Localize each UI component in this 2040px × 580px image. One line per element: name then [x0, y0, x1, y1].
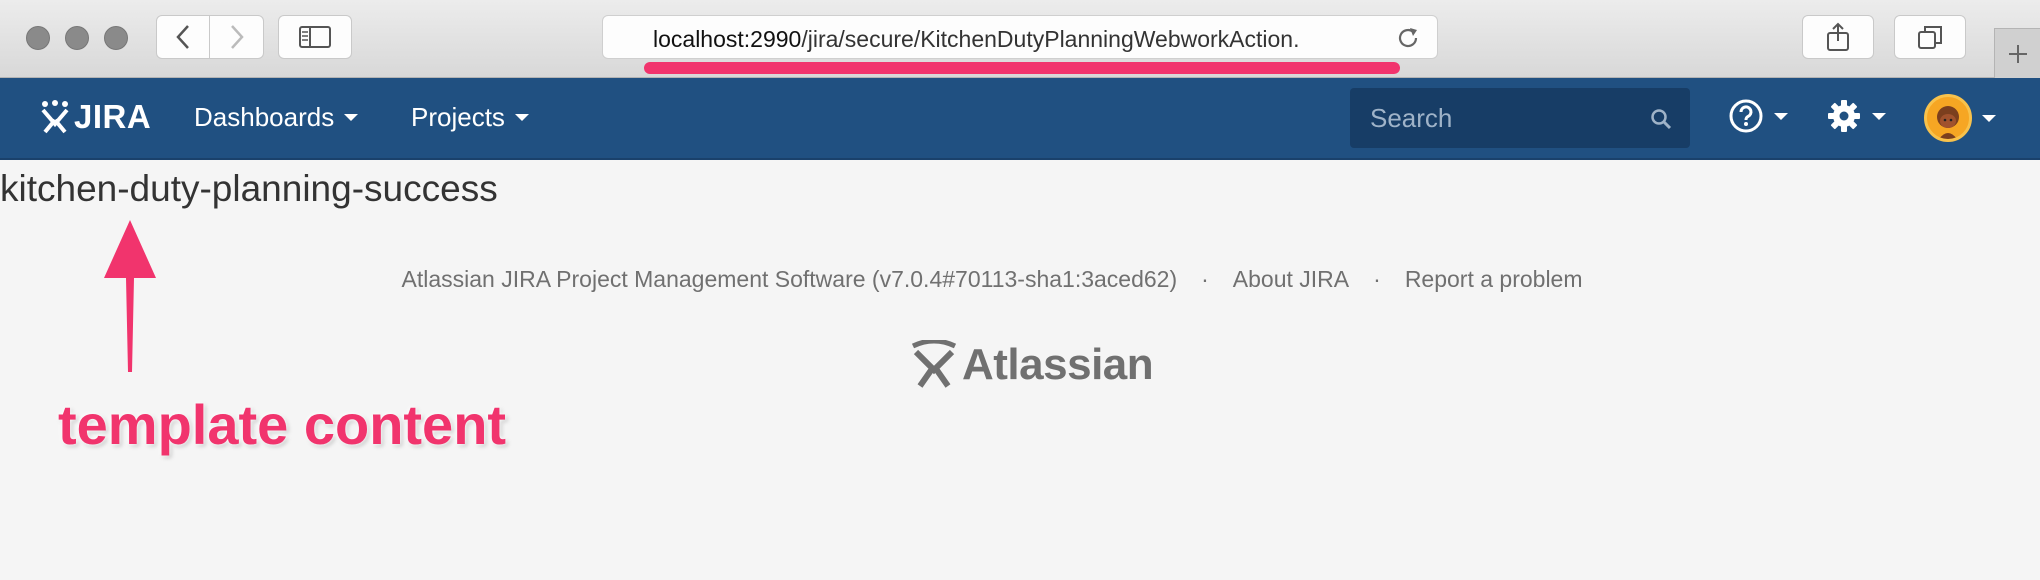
chevron-down-icon [1982, 114, 1996, 122]
reload-icon[interactable] [1395, 25, 1421, 51]
footer-separator: · [1201, 266, 1209, 292]
show-tabs-button[interactable] [1894, 15, 1966, 59]
zoom-window-button[interactable] [104, 26, 128, 50]
avatar [1924, 94, 1972, 142]
nav-projects-label: Projects [411, 102, 505, 132]
annotation-label: template content [58, 393, 507, 456]
chevron-down-icon [1774, 112, 1788, 120]
help-icon [1729, 99, 1763, 133]
url-highlight-annotation [644, 62, 1400, 74]
nav-dashboards[interactable]: Dashboards [194, 102, 359, 133]
chevron-right-icon [230, 25, 244, 49]
jira-logo[interactable]: JIRA [40, 98, 151, 136]
tabs-icon [1918, 26, 1942, 49]
jira-logo-icon [41, 100, 69, 134]
screenshot-stage: localhost:2990/jira/secure/KitchenDutyPl… [0, 0, 2040, 580]
url-path: /jira/secure/KitchenDutyPlanningWebworkA… [801, 26, 1300, 52]
sidebar-toggle-button[interactable] [278, 15, 352, 59]
address-bar[interactable]: localhost:2990/jira/secure/KitchenDutyPl… [602, 15, 1438, 59]
footer-software-text: Atlassian JIRA Project Management Softwa… [401, 266, 1178, 292]
gear-icon [1828, 100, 1860, 132]
footer-links: Atlassian JIRA Project Management Softwa… [0, 266, 1984, 293]
search-box [1350, 88, 1690, 148]
user-profile-button[interactable] [1924, 94, 1996, 142]
new-tab-button[interactable] [1994, 28, 2040, 78]
jira-logo-text: JIRA [74, 98, 152, 135]
chevron-down-icon [514, 114, 529, 121]
report-problem-link[interactable]: Report a problem [1405, 266, 1583, 293]
settings-menu-button[interactable] [1826, 98, 1886, 134]
search-input[interactable] [1350, 88, 1650, 148]
atlassian-logo[interactable]: Atlassian [910, 340, 1154, 390]
user-avatar-icon [1937, 106, 1959, 139]
page-title: kitchen-duty-planning-success [0, 168, 498, 209]
plus-icon [2008, 44, 2027, 63]
share-button[interactable] [1802, 15, 1874, 59]
nav-projects[interactable]: Projects [411, 102, 529, 133]
about-jira-link[interactable]: About JIRA [1233, 266, 1349, 293]
atlassian-logo-icon [911, 340, 957, 388]
sidebar-icon [299, 26, 331, 48]
forward-button[interactable] [210, 15, 264, 59]
chevron-down-icon [344, 114, 359, 121]
close-window-button[interactable] [26, 26, 50, 50]
url-host: localhost:2990 [653, 26, 802, 52]
chevron-down-icon [1872, 112, 1886, 120]
help-menu-button[interactable] [1728, 98, 1788, 134]
nav-dashboards-label: Dashboards [194, 102, 335, 132]
chevron-left-icon [176, 25, 189, 49]
arrow-up-icon [104, 220, 156, 372]
minimize-window-button[interactable] [65, 26, 89, 50]
atlassian-logo-text: Atlassian [962, 340, 1154, 389]
url-text: localhost:2990/jira/secure/KitchenDutyPl… [653, 26, 1300, 53]
back-button[interactable] [156, 15, 210, 59]
search-icon[interactable] [1650, 108, 1672, 130]
footer-separator: · [1373, 266, 1381, 292]
jira-header: JIRA Dashboards Projects [0, 78, 2040, 160]
share-icon [1827, 22, 1849, 51]
